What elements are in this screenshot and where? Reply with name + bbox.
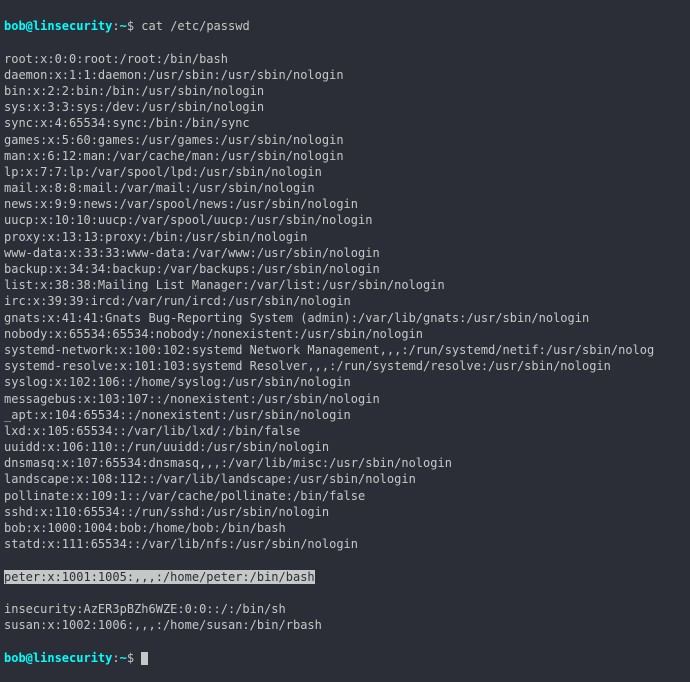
passwd-line: list:x:38:38:Mailing List Manager:/var/l… <box>4 277 686 293</box>
passwd-line: landscape:x:108:112::/var/lib/landscape:… <box>4 471 686 487</box>
passwd-line: sys:x:3:3:sys:/dev:/usr/sbin/nologin <box>4 99 686 115</box>
passwd-line: games:x:5:60:games:/usr/games:/usr/sbin/… <box>4 132 686 148</box>
passwd-line: lxd:x:105:65534::/var/lib/lxd/:/bin/fals… <box>4 423 686 439</box>
passwd-line: sshd:x:110:65534::/run/sshd:/usr/sbin/no… <box>4 504 686 520</box>
command-text: cat /etc/passwd <box>141 19 249 33</box>
passwd-line: systemd-resolve:x:101:103:systemd Resolv… <box>4 358 686 374</box>
passwd-line: nobody:x:65534:65534:nobody:/nonexistent… <box>4 326 686 342</box>
passwd-line: susan:x:1002:1006:,,,:/home/susan:/bin/r… <box>4 617 686 633</box>
passwd-line: _apt:x:104:65534::/nonexistent:/usr/sbin… <box>4 407 686 423</box>
passwd-line: mail:x:8:8:mail:/var/mail:/usr/sbin/nolo… <box>4 180 686 196</box>
passwd-line: man:x:6:12:man:/var/cache/man:/usr/sbin/… <box>4 148 686 164</box>
prompt-sep: : <box>112 651 119 665</box>
passwd-line: proxy:x:13:13:proxy:/bin:/usr/sbin/nolog… <box>4 229 686 245</box>
prompt-userhost: bob@linsecurity <box>4 19 112 33</box>
cursor-icon <box>141 652 148 665</box>
passwd-line: statd:x:111:65534::/var/lib/nfs:/usr/sbi… <box>4 536 686 552</box>
prompt-dollar: $ <box>127 651 141 665</box>
passwd-line: messagebus:x:103:107::/nonexistent:/usr/… <box>4 391 686 407</box>
prompt-line-2: bob@linsecurity:~$ <box>4 650 686 666</box>
passwd-line: pollinate:x:109:1::/var/cache/pollinate:… <box>4 488 686 504</box>
passwd-line: irc:x:39:39:ircd:/var/run/ircd:/usr/sbin… <box>4 293 686 309</box>
passwd-line: gnats:x:41:41:Gnats Bug-Reporting System… <box>4 310 686 326</box>
passwd-line: backup:x:34:34:backup:/var/backups:/usr/… <box>4 261 686 277</box>
passwd-line: uucp:x:10:10:uucp:/var/spool/uucp:/usr/s… <box>4 212 686 228</box>
prompt-path: ~ <box>120 19 127 33</box>
prompt-sep: : <box>112 19 119 33</box>
passwd-line: news:x:9:9:news:/var/spool/news:/usr/sbi… <box>4 196 686 212</box>
passwd-line: systemd-network:x:100:102:systemd Networ… <box>4 342 686 358</box>
passwd-line: uuidd:x:106:110::/run/uuidd:/usr/sbin/no… <box>4 439 686 455</box>
passwd-line: www-data:x:33:33:www-data:/var/www:/usr/… <box>4 245 686 261</box>
passwd-line: lp:x:7:7:lp:/var/spool/lpd:/usr/sbin/nol… <box>4 164 686 180</box>
passwd-line: sync:x:4:65534:sync:/bin:/bin/sync <box>4 115 686 131</box>
highlighted-text: peter:x:1001:1005:,,,:/home/peter:/bin/b… <box>4 570 315 584</box>
passwd-line: root:x:0:0:root:/root:/bin/bash <box>4 51 686 67</box>
passwd-line: dnsmasq:x:107:65534:dnsmasq,,,:/var/lib/… <box>4 455 686 471</box>
passwd-line: daemon:x:1:1:daemon:/usr/sbin:/usr/sbin/… <box>4 67 686 83</box>
prompt-userhost: bob@linsecurity <box>4 651 112 665</box>
highlighted-row: peter:x:1001:1005:,,,:/home/peter:/bin/b… <box>4 569 686 585</box>
passwd-line: bob:x:1000:1004:bob:/home/bob:/bin/bash <box>4 520 686 536</box>
prompt-dollar: $ <box>127 19 141 33</box>
passwd-line: syslog:x:102:106::/home/syslog:/usr/sbin… <box>4 374 686 390</box>
terminal-output[interactable]: bob@linsecurity:~$ cat /etc/passwd root:… <box>4 2 686 682</box>
prompt-path: ~ <box>120 651 127 665</box>
passwd-line: bin:x:2:2:bin:/bin:/usr/sbin/nologin <box>4 83 686 99</box>
prompt-line: bob@linsecurity:~$ cat /etc/passwd <box>4 18 686 34</box>
passwd-line: insecurity:AzER3pBZh6WZE:0:0::/:/bin/sh <box>4 601 686 617</box>
